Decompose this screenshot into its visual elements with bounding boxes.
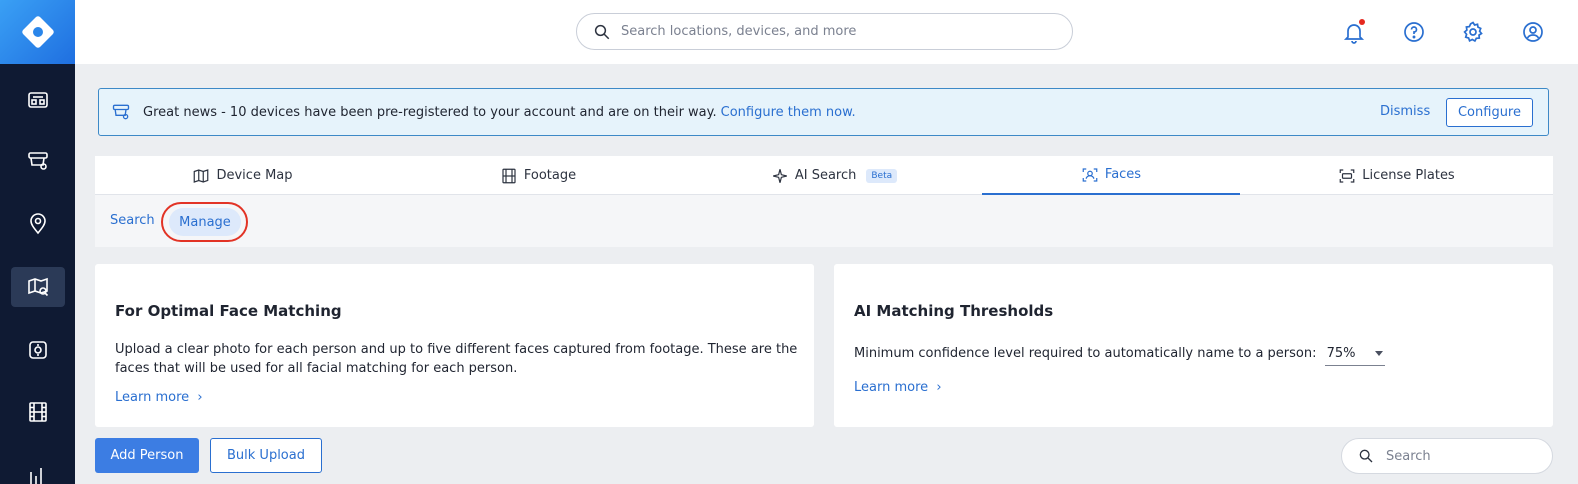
main-tabs: Device Map Footage AI Search Beta Faces … [95, 156, 1553, 195]
rail-item-investigate[interactable] [11, 267, 65, 307]
faces-subnav: Search Manage [95, 195, 1553, 247]
gear-icon [1463, 21, 1483, 43]
help-button[interactable] [1400, 18, 1428, 46]
license-plate-icon [1339, 168, 1355, 183]
help-icon [1404, 22, 1424, 42]
threshold-row: Minimum confidence level required to aut… [854, 344, 1385, 366]
sensor-icon [29, 341, 47, 359]
tab-label: Device Map [216, 168, 293, 183]
people-search-placeholder: Search [1386, 448, 1431, 464]
chevron-right-icon: › [932, 380, 942, 395]
notifications-button[interactable] [1340, 18, 1368, 46]
bulk-upload-button[interactable]: Bulk Upload [210, 438, 322, 473]
banner-device-icon [111, 101, 133, 123]
map-search-icon [28, 277, 49, 297]
highlight-circle [161, 202, 248, 242]
camera-icon [28, 152, 48, 170]
account-button[interactable] [1519, 18, 1547, 46]
learn-more-label: Learn more [854, 380, 929, 395]
subnav-search[interactable]: Search [110, 213, 155, 228]
top-bar: Search locations, devices, and more [75, 0, 1578, 64]
dismiss-button[interactable]: Dismiss [1380, 104, 1430, 119]
caret-down-icon [1374, 351, 1383, 356]
rail-item-dashboard[interactable] [11, 80, 65, 120]
tab-ai-search[interactable]: AI Search Beta [686, 156, 982, 195]
chevron-right-icon: › [193, 390, 203, 405]
card-title: For Optimal Face Matching [115, 302, 342, 320]
card-body-line-2: faces that will be used for all facial m… [115, 361, 518, 376]
tab-device-map[interactable]: Device Map [95, 156, 390, 195]
add-person-button[interactable]: Add Person [95, 438, 199, 473]
tab-license-plates[interactable]: License Plates [1240, 156, 1553, 195]
preregistration-banner: Great news - 10 devices have been pre-re… [98, 88, 1549, 136]
face-scan-icon [1082, 167, 1098, 182]
learn-more-link[interactable]: Learn more › [854, 380, 942, 395]
card-body-line-1: Upload a clear photo for each person and… [115, 342, 798, 357]
sparkle-icon [772, 168, 787, 183]
user-icon [1523, 22, 1543, 42]
search-icon [594, 24, 610, 39]
tab-label: License Plates [1362, 168, 1455, 183]
notification-badge [1359, 19, 1365, 25]
rail-item-locations[interactable] [11, 204, 65, 244]
left-rail [0, 0, 75, 484]
rail-item-footage[interactable] [11, 392, 65, 432]
people-search-input[interactable]: Search [1341, 438, 1553, 474]
dashboard-icon [28, 92, 48, 108]
card-title: AI Matching Thresholds [854, 302, 1054, 320]
rail-item-analytics[interactable] [11, 454, 65, 484]
tab-faces[interactable]: Faces [982, 156, 1240, 195]
tab-label: Faces [1104, 167, 1142, 182]
learn-more-label: Learn more [115, 390, 190, 405]
ai-matching-thresholds-card: AI Matching Thresholds Minimum confidenc… [834, 264, 1553, 427]
rail-item-devices[interactable] [11, 141, 65, 181]
beta-badge: Beta [866, 168, 898, 183]
settings-button[interactable] [1459, 18, 1487, 46]
location-pin-icon [30, 213, 46, 235]
tab-label: AI Search [794, 168, 857, 183]
learn-more-link[interactable]: Learn more › [115, 390, 203, 405]
search-icon [1359, 449, 1373, 463]
tab-footage[interactable]: Footage [390, 156, 686, 195]
logo-icon [21, 16, 54, 48]
tab-label: Footage [523, 168, 577, 183]
threshold-value: 75% [1326, 346, 1356, 361]
optimal-face-matching-card: For Optimal Face Matching Upload a clear… [95, 264, 814, 427]
app-logo[interactable] [0, 0, 75, 64]
film-icon [502, 168, 516, 183]
chart-icon [30, 468, 42, 484]
global-search-placeholder: Search locations, devices, and more [621, 24, 857, 39]
map-icon [194, 168, 209, 183]
threshold-select[interactable]: 75% [1324, 344, 1385, 366]
global-search-input[interactable]: Search locations, devices, and more [576, 13, 1073, 50]
film-icon [29, 402, 47, 422]
banner-message: Great news - 10 devices have been pre-re… [143, 104, 717, 120]
rail-item-access[interactable] [11, 330, 65, 370]
configure-now-link[interactable]: Configure them now. [721, 105, 856, 120]
configure-button[interactable]: Configure [1446, 98, 1533, 127]
threshold-description: Minimum confidence level required to aut… [854, 346, 1317, 361]
